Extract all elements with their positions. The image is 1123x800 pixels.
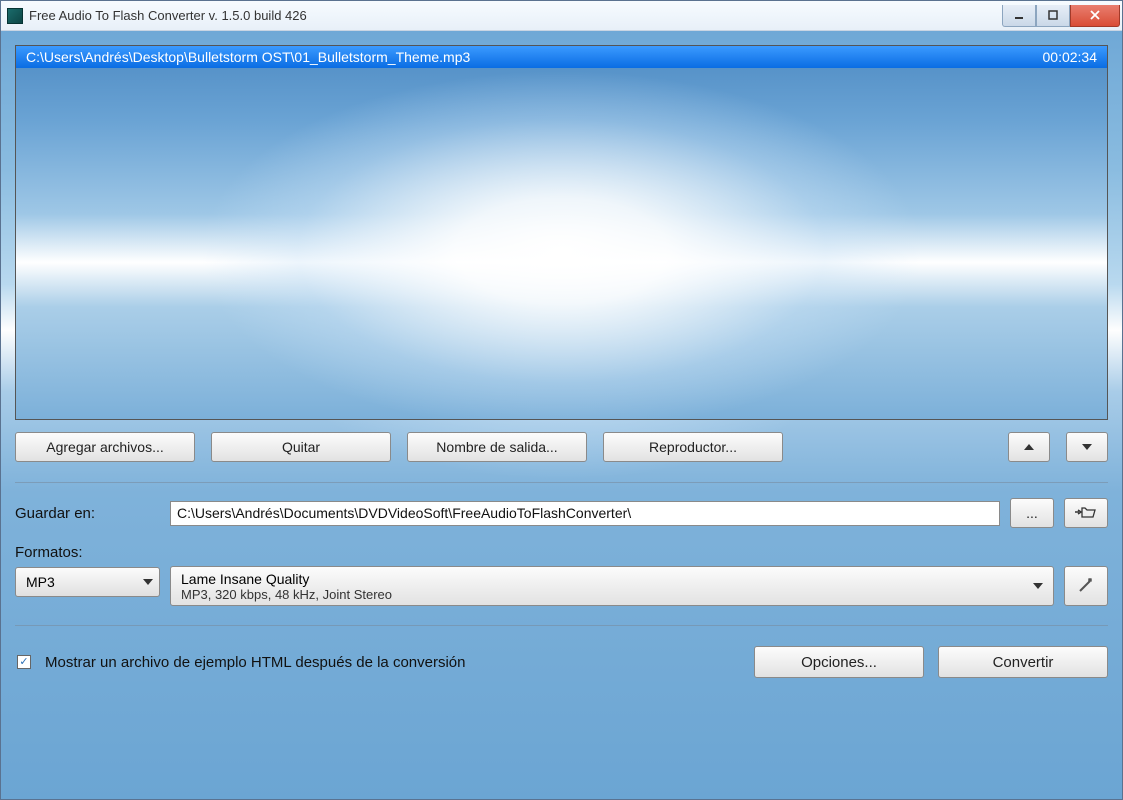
codec-value: MP3 (26, 574, 55, 590)
player-label: Reproductor... (649, 439, 737, 455)
divider (15, 482, 1108, 483)
file-list[interactable]: C:\Users\Andrés\Desktop\Bulletstorm OST\… (15, 45, 1108, 420)
show-example-checkbox[interactable]: ✓ (17, 655, 31, 669)
show-example-label: Mostrar un archivo de ejemplo HTML despu… (45, 654, 465, 671)
chevron-down-icon (143, 579, 153, 585)
open-folder-icon (1075, 505, 1097, 522)
toolbar: Agregar archivos... Quitar Nombre de sal… (15, 430, 1108, 470)
titlebar[interactable]: Free Audio To Flash Converter v. 1.5.0 b… (1, 1, 1122, 31)
quality-select[interactable]: Lame Insane Quality MP3, 320 kbps, 48 kH… (170, 566, 1054, 606)
add-files-label: Agregar archivos... (46, 439, 164, 455)
browse-button[interactable]: ... (1010, 498, 1054, 528)
convert-button[interactable]: Convertir (938, 646, 1108, 678)
formats-label: Formatos: (15, 544, 160, 561)
minimize-button[interactable] (1002, 5, 1036, 27)
divider (15, 625, 1108, 626)
file-duration: 00:02:34 (1043, 49, 1098, 65)
app-window: Free Audio To Flash Converter v. 1.5.0 b… (0, 0, 1123, 800)
close-icon (1089, 9, 1101, 21)
codec-select[interactable]: MP3 (15, 567, 160, 597)
save-label: Guardar en: (15, 505, 160, 522)
maximize-icon (1047, 9, 1059, 21)
player-button[interactable]: Reproductor... (603, 432, 783, 462)
remove-label: Quitar (282, 439, 320, 455)
save-row: Guardar en: C:\Users\Andrés\Documents\DV… (15, 495, 1108, 531)
check-icon: ✓ (19, 657, 28, 668)
quality-wizard-button[interactable] (1064, 566, 1108, 606)
footer-row: ✓ Mostrar un archivo de ejemplo HTML des… (15, 638, 1108, 678)
add-files-button[interactable]: Agregar archivos... (15, 432, 195, 462)
options-button[interactable]: Opciones... (754, 646, 924, 678)
quality-name: Lame Insane Quality (181, 571, 1025, 587)
window-title: Free Audio To Flash Converter v. 1.5.0 b… (29, 8, 1002, 23)
save-path-input[interactable]: C:\Users\Andrés\Documents\DVDVideoSoft\F… (170, 501, 1000, 526)
output-name-label: Nombre de salida... (436, 439, 557, 455)
chevron-down-icon (1033, 583, 1043, 589)
convert-label: Convertir (993, 654, 1054, 671)
content-area: C:\Users\Andrés\Desktop\Bulletstorm OST\… (1, 31, 1122, 799)
file-path: C:\Users\Andrés\Desktop\Bulletstorm OST\… (26, 49, 470, 65)
save-path-value: C:\Users\Andrés\Documents\DVDVideoSoft\F… (177, 505, 631, 521)
formats-row: Formatos: MP3 Lame Insane Quality MP3, 3… (15, 541, 1108, 609)
file-row[interactable]: C:\Users\Andrés\Desktop\Bulletstorm OST\… (16, 46, 1107, 68)
remove-button[interactable]: Quitar (211, 432, 391, 462)
app-icon (7, 8, 23, 24)
window-controls (1002, 5, 1120, 27)
arrow-down-icon (1082, 444, 1092, 450)
minimize-icon (1013, 9, 1025, 21)
close-button[interactable] (1070, 5, 1120, 27)
options-label: Opciones... (801, 654, 877, 671)
arrow-up-icon (1024, 444, 1034, 450)
output-name-button[interactable]: Nombre de salida... (407, 432, 587, 462)
move-up-button[interactable] (1008, 432, 1050, 462)
quality-detail: MP3, 320 kbps, 48 kHz, Joint Stereo (181, 587, 1025, 602)
move-down-button[interactable] (1066, 432, 1108, 462)
browse-label: ... (1026, 505, 1038, 521)
maximize-button[interactable] (1036, 5, 1070, 27)
open-folder-button[interactable] (1064, 498, 1108, 528)
wand-icon (1077, 576, 1095, 597)
